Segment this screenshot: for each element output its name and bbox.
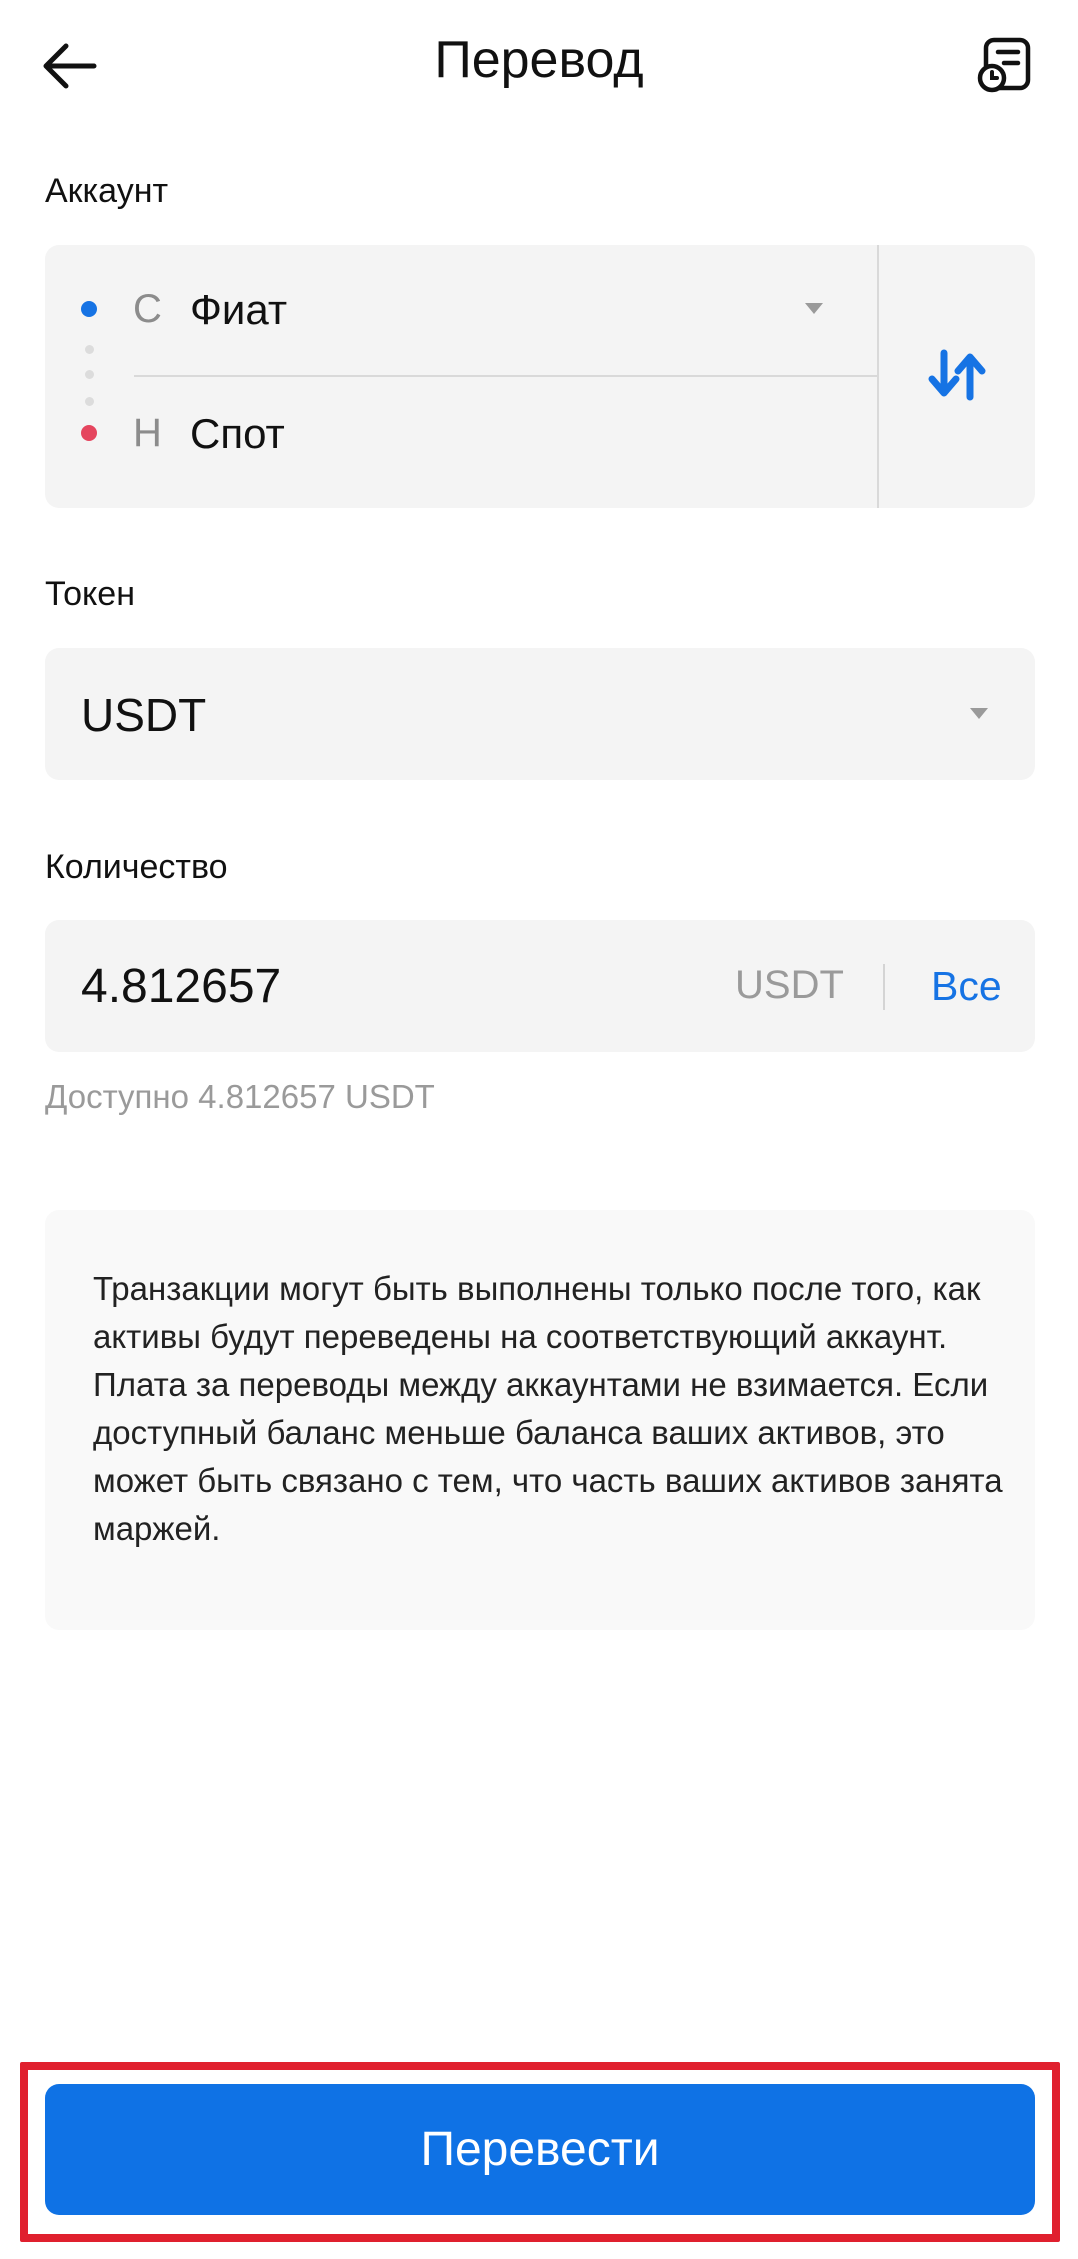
from-account-dropdown[interactable]: С Фиат [45, 245, 877, 375]
connector-dot-icon [85, 345, 94, 354]
amount-label: Количество [45, 848, 228, 886]
transfer-button[interactable]: Перевести [45, 2084, 1035, 2215]
available-balance: Доступно 4.812657 USDT [45, 1078, 435, 1115]
header: Перевод [0, 0, 1078, 130]
transfer-screen: Перевод Аккаунт С Фиат Н Спот Токен USDT… [0, 0, 1078, 2259]
amount-input[interactable] [81, 950, 701, 1022]
divider [134, 375, 877, 377]
token-label: Токен [45, 575, 135, 613]
to-dot-icon [81, 425, 97, 441]
divider [883, 964, 885, 1010]
from-prefix: С [133, 287, 162, 331]
to-account-value: Спот [190, 410, 285, 457]
swap-accounts-button[interactable] [879, 245, 1035, 508]
account-selector: С Фиат Н Спот [45, 245, 1035, 508]
info-text: Транзакции могут быть выполнены только п… [93, 1270, 1003, 1547]
chevron-down-icon [805, 303, 823, 314]
swap-arrows-icon [928, 349, 986, 401]
to-account-dropdown[interactable]: Н Спот [45, 378, 877, 508]
chevron-down-icon [970, 708, 988, 719]
token-dropdown[interactable]: USDT [45, 648, 1035, 780]
history-button[interactable] [976, 36, 1034, 94]
max-all-button[interactable]: Все [931, 963, 1002, 1010]
from-account-value: Фиат [190, 286, 288, 333]
account-label: Аккаунт [45, 172, 169, 210]
amount-field: USDT Все [45, 920, 1035, 1052]
info-notice: Транзакции могут быть выполнены только п… [45, 1210, 1035, 1630]
amount-unit: USDT [735, 963, 844, 1007]
page-title: Перевод [434, 31, 644, 89]
from-dot-icon [81, 301, 97, 317]
token-value: USDT [81, 689, 207, 741]
history-list-icon [977, 37, 1031, 93]
to-prefix: Н [133, 411, 162, 455]
